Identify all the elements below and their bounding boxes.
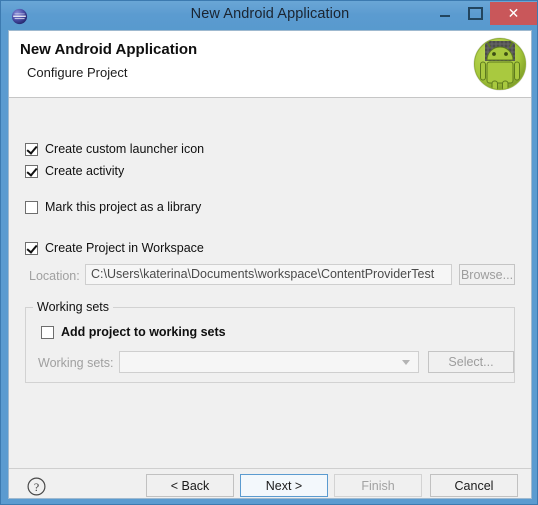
location-input[interactable]: C:\Users\katerina\Documents\workspace\Co… xyxy=(85,264,452,285)
help-icon[interactable]: ? xyxy=(27,477,46,496)
checkbox-create-in-workspace[interactable]: Create Project in Workspace xyxy=(25,241,325,257)
android-robot-icon xyxy=(471,35,529,93)
wizard-header: New Android Application Configure Projec… xyxy=(9,31,531,98)
jcg-word-geeks: Geeks xyxy=(521,498,532,499)
chevron-down-icon xyxy=(402,360,410,365)
checkbox-create-activity[interactable]: Create activity xyxy=(25,164,325,180)
svg-text:?: ? xyxy=(34,480,39,494)
title-bar: New Android Application ✕ xyxy=(1,1,537,30)
checkbox-create-activity-label: Create activity xyxy=(45,164,125,178)
location-label: Location: xyxy=(29,269,80,283)
checkbox-add-to-working-sets[interactable]: Add project to working sets xyxy=(41,325,341,341)
page-title: New Android Application xyxy=(20,41,198,58)
minimize-icon xyxy=(430,2,460,25)
next-button[interactable]: Next > xyxy=(240,474,328,497)
cancel-button[interactable]: Cancel xyxy=(430,474,518,497)
checkbox-launcher-icon-label: Create custom launcher icon xyxy=(45,142,205,156)
checkbox-launcher-icon-box[interactable] xyxy=(25,143,38,156)
working-sets-group-title: Working sets xyxy=(33,300,114,314)
jcg-word-java: Java xyxy=(391,498,444,499)
jcg-word-code: Code xyxy=(451,498,514,499)
checkbox-create-activity-box[interactable] xyxy=(25,165,38,178)
jcg-wordmark: Java Code Geeks xyxy=(391,498,532,499)
working-sets-combo-label: Working sets: xyxy=(38,356,114,370)
maximize-button[interactable] xyxy=(460,2,490,25)
close-button[interactable]: ✕ xyxy=(490,2,537,25)
wizard-body: Create custom launcher icon Create activ… xyxy=(9,98,531,498)
browse-button[interactable]: Browse... xyxy=(459,264,515,285)
maximize-icon xyxy=(460,2,490,25)
checkbox-launcher-icon[interactable]: Create custom launcher icon xyxy=(25,142,325,158)
checkbox-add-to-working-sets-label: Add project to working sets xyxy=(61,325,226,339)
close-icon: ✕ xyxy=(507,5,520,22)
select-button[interactable]: Select... xyxy=(428,351,514,373)
back-button[interactable]: < Back xyxy=(146,474,234,497)
finish-button[interactable]: Finish xyxy=(334,474,422,497)
checkbox-mark-library[interactable]: Mark this project as a library xyxy=(25,200,325,216)
checkbox-create-in-workspace-label: Create Project in Workspace xyxy=(45,241,204,255)
dialog-button-bar: ? < Back Next > Finish Cancel xyxy=(9,468,531,498)
minimize-button[interactable] xyxy=(430,2,460,25)
checkbox-mark-library-label: Mark this project as a library xyxy=(45,200,202,214)
working-sets-combo[interactable] xyxy=(119,351,419,373)
page-subtitle: Configure Project xyxy=(27,65,128,80)
checkbox-mark-library-box[interactable] xyxy=(25,201,38,214)
dialog-window: New Android Application ✕ New Android Ap… xyxy=(0,0,538,505)
dialog-client: New Android Application Configure Projec… xyxy=(8,30,532,499)
checkbox-create-in-workspace-box[interactable] xyxy=(25,242,38,255)
checkbox-add-to-working-sets-box[interactable] xyxy=(41,326,54,339)
